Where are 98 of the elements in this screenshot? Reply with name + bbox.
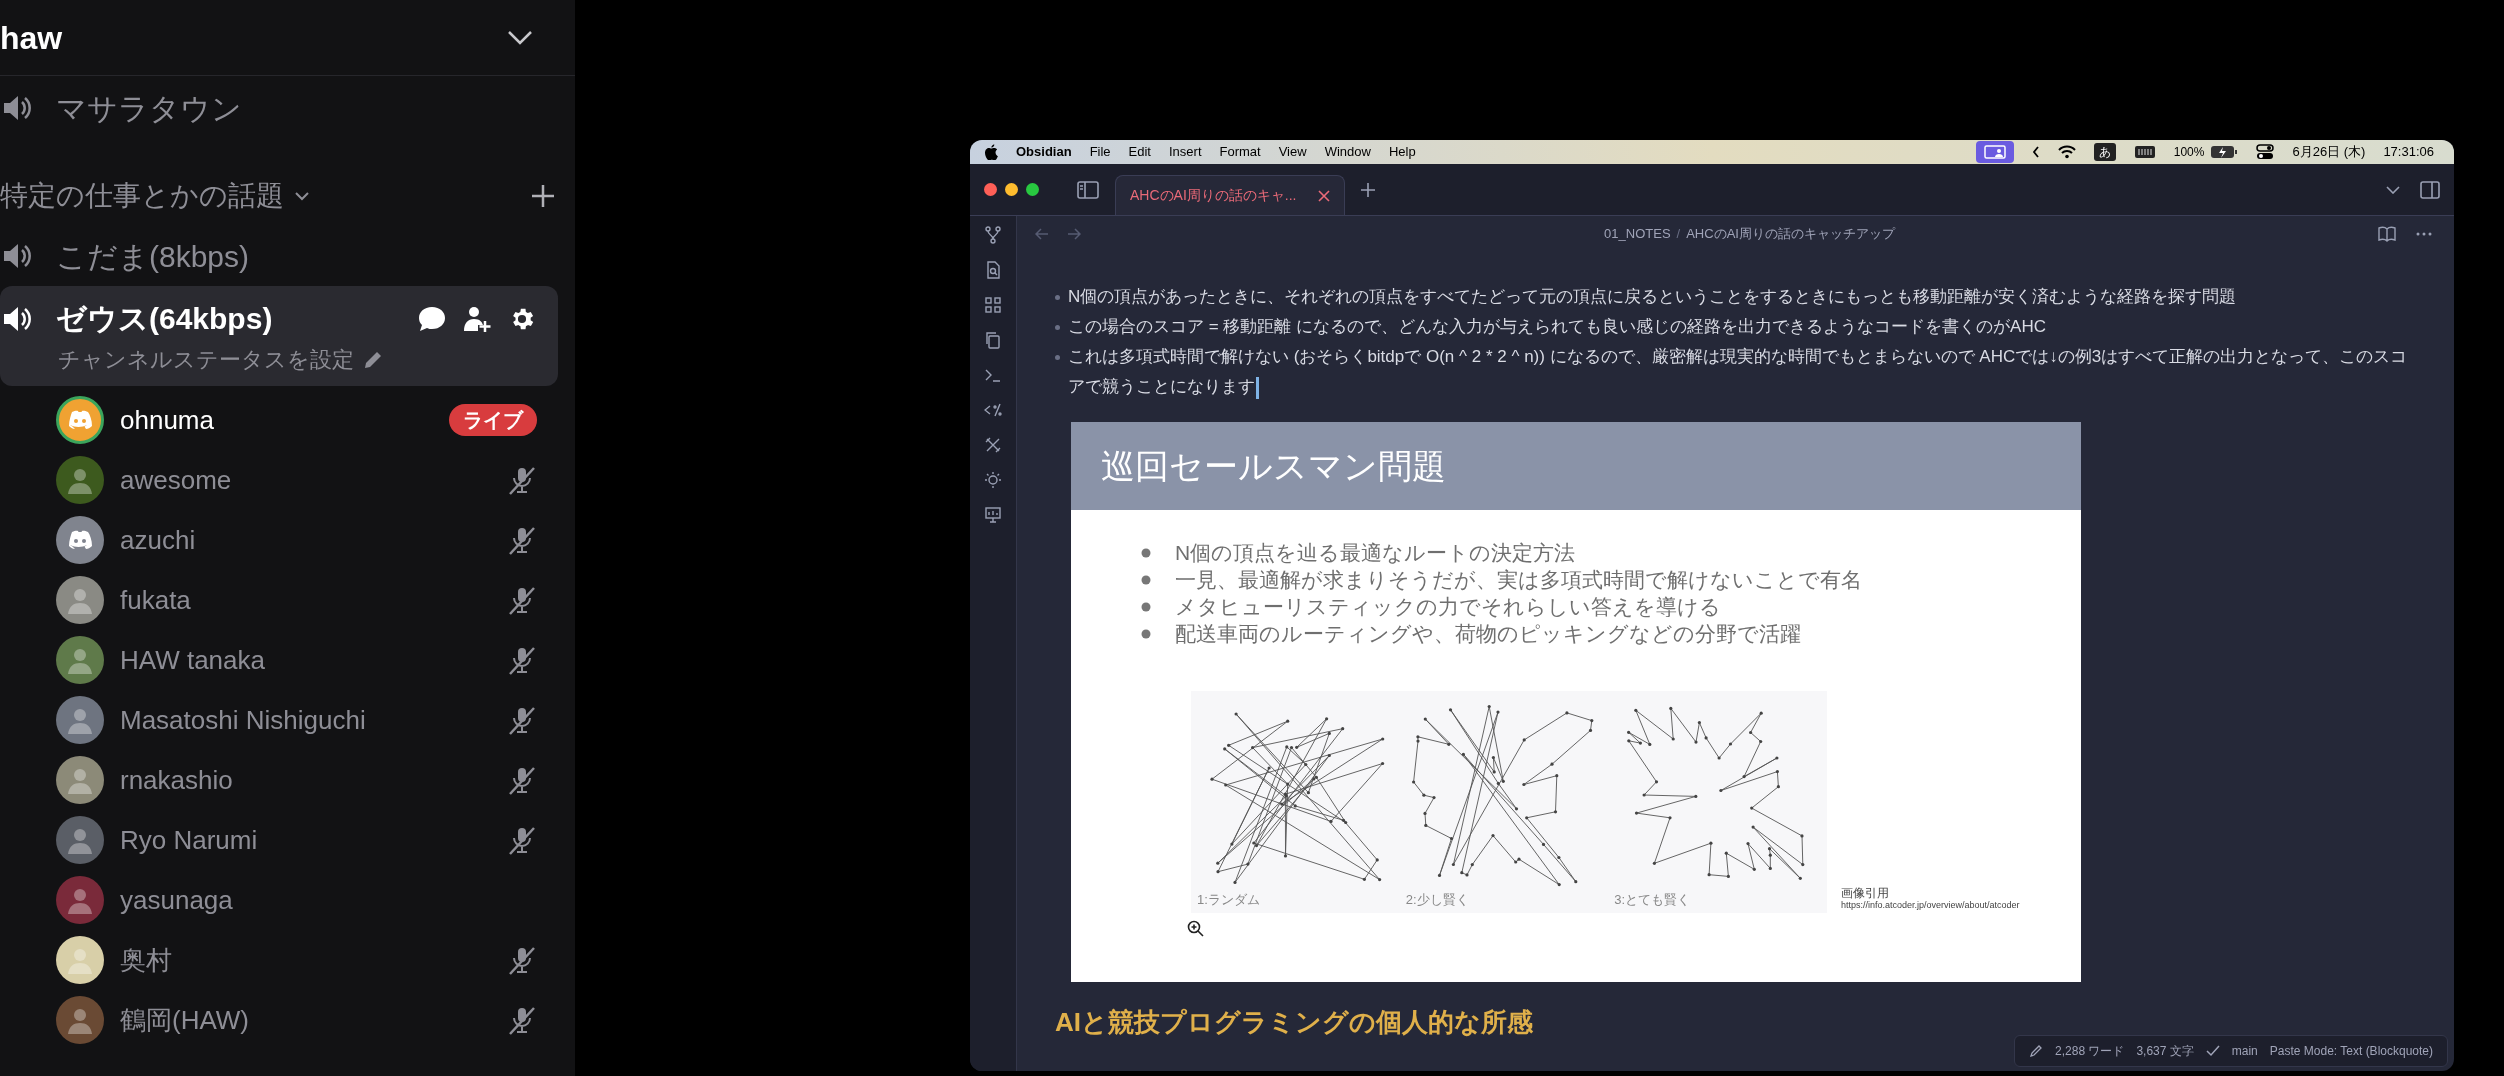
more-icon[interactable]: [2416, 232, 2432, 236]
zoom-in-icon[interactable]: [1187, 920, 1205, 938]
chevron-left-icon[interactable]: [2031, 145, 2040, 159]
book-icon[interactable]: [2378, 226, 2396, 242]
category-name[interactable]: 特定の仕事とかの話題: [0, 175, 284, 217]
live-badge: ライブ: [449, 404, 537, 436]
window-control-icon[interactable]: [984, 183, 997, 196]
file-search-icon[interactable]: [984, 261, 1002, 279]
sidebar-toggle-icon[interactable]: [2420, 180, 2440, 199]
presentation-icon[interactable]: [984, 506, 1002, 524]
chat-bubble-icon[interactable]: [418, 305, 446, 332]
battery-percentage: 100%: [2173, 144, 2205, 161]
credit-label: 画像引用: [1841, 887, 1890, 900]
member-name[interactable]: Masatoshi Nishiguchi: [120, 700, 507, 740]
bullet-icon: [1141, 629, 1151, 639]
apple-logo-icon[interactable]: [984, 144, 998, 160]
slide-bullet-text: N個の頂点を辿る最適なルートの決定方法: [1175, 540, 1576, 566]
menu-item[interactable]: Obsidian: [1016, 142, 1072, 162]
screen-share-button[interactable]: [1975, 141, 2014, 163]
sidebar-toggle-icon[interactable]: [1077, 180, 1099, 199]
panel-caption: 1:ランダム: [1197, 892, 1261, 907]
voice-channel[interactable]: ゼウス(64kbps) チャンネルステータスを設定: [0, 286, 558, 386]
breadcrumb-separator: /: [1676, 225, 1681, 244]
chevron-down-icon[interactable]: [294, 191, 310, 201]
checkmark-icon[interactable]: [2205, 1045, 2220, 1057]
bullet-icon: [1055, 295, 1060, 300]
bullet-text: この場合のスコア = 移動距離 になるので、どんな入力が与えられても良い感じの経路を出力できるようなコードを書くのがAHC: [1068, 316, 2046, 338]
credit-url: https://info.atcoder.jp/overview/about/atcoder: [1841, 900, 2020, 911]
discord-logo-icon: [67, 410, 93, 430]
branch-icon[interactable]: [984, 226, 1002, 244]
percent-code-icon[interactable]: [984, 401, 1002, 419]
member-name[interactable]: ohnuma: [120, 400, 449, 440]
server-name: haw: [0, 18, 63, 58]
menu-item[interactable]: Format: [1219, 142, 1261, 162]
battery-icon[interactable]: [2210, 145, 2239, 159]
plus-icon[interactable]: [531, 184, 555, 208]
screen-icon: [1983, 145, 2006, 159]
menu-item[interactable]: Edit: [1128, 142, 1151, 162]
bullet-icon: [1141, 602, 1151, 612]
character-count: 3,637 文字: [2136, 1043, 2194, 1060]
lightbulb-icon[interactable]: [984, 471, 1002, 489]
grid-icon[interactable]: [984, 296, 1002, 314]
member-name[interactable]: 鶴岡(HAW): [120, 1000, 507, 1040]
copy-icon[interactable]: [984, 331, 1002, 349]
voice-channel[interactable]: こだま(8kbps): [0, 226, 575, 286]
bullet-icon: [1141, 575, 1151, 585]
crossed-tools-icon[interactable]: [984, 436, 1002, 454]
speaker-icon: [2, 93, 34, 123]
slide-bullet-text: 一見、最適解が求まりそうだが、実は多項式時間で解けないことで有名: [1175, 567, 1862, 593]
slide-bullet-text: メタヒューリスティックの力でそれらしい答えを導ける: [1175, 594, 1721, 620]
breadcrumb-item[interactable]: AHCのAI周りの話のキャッチアップ: [1686, 224, 1895, 244]
menu-bar-date[interactable]: 6月26日 (木): [2292, 142, 2366, 162]
member-name[interactable]: rnakashio: [120, 760, 507, 800]
pencil-icon[interactable]: [2029, 1044, 2044, 1058]
menu-bar-clock[interactable]: 17:31:06: [2383, 142, 2440, 162]
slide-title: 巡回セールスマン問題: [1101, 445, 1446, 487]
text-cursor: [1256, 376, 1259, 399]
note-tab[interactable]: AHCのAI周りの話のキャ...: [1115, 175, 1346, 215]
speaker-icon: [2, 241, 34, 271]
menu-item[interactable]: Help: [1388, 142, 1416, 162]
member-name[interactable]: yasunaga: [120, 880, 537, 920]
breadcrumb-item[interactable]: 01_NOTES: [1604, 224, 1671, 244]
member-name[interactable]: HAW tanaka: [120, 640, 507, 680]
section-heading: AIと競技プログラミングの個人的な所感: [1055, 1006, 1534, 1038]
menu-item[interactable]: Insert: [1169, 142, 1202, 162]
slide-bullet-text: 配送車両のルーティングや、荷物のピッキングなどの分野で活躍: [1175, 621, 1801, 647]
bullet-text: これは多項式時間で解けない (おそらくbitdpで O(n ^ 2 * 2 ^ n)) になるので、厳密解は現実的な時間でもとまらないので AHCでは↓の例3はすべて正解の出力となって、このスコアで競うことになります: [1068, 342, 2414, 402]
close-icon[interactable]: [1318, 189, 1331, 202]
panel-caption: 3:とても賢く: [1614, 892, 1692, 907]
menu-item[interactable]: File: [1089, 142, 1111, 162]
word-count: 2,288 ワード: [2055, 1043, 2125, 1060]
window-control-icon[interactable]: [1026, 183, 1039, 196]
bullet-icon: [1141, 548, 1151, 558]
add-person-icon[interactable]: [462, 304, 492, 333]
plus-icon[interactable]: [1361, 182, 1376, 197]
discord-logo-icon: [67, 530, 93, 550]
member-name[interactable]: awesome: [120, 460, 507, 500]
paste-mode[interactable]: Paste Mode: Text (Blockquote): [2269, 1042, 2433, 1060]
bullet-icon: [1055, 325, 1060, 330]
bullet-text: N個の頂点があったときに、それぞれの頂点をすべてたどって元の頂点に戻るということをするときにもっとも移動距離が安く済むような経路を探す問題: [1068, 286, 2237, 308]
channel-status[interactable]: チャンネルステータスを設定: [58, 343, 354, 376]
member-name[interactable]: fukata: [120, 580, 507, 620]
chevron-down-icon[interactable]: [2386, 185, 2400, 194]
bullet-icon: [1055, 355, 1060, 360]
menu-item[interactable]: View: [1278, 142, 1307, 162]
wifi-icon[interactable]: [2057, 145, 2076, 159]
member-name[interactable]: 奥村: [120, 940, 507, 980]
input-method-indicator[interactable]: あ: [2093, 143, 2116, 161]
member-name[interactable]: azuchi: [120, 520, 507, 560]
git-branch[interactable]: main: [2231, 1042, 2258, 1060]
control-center-icon[interactable]: [2256, 144, 2275, 160]
keyboard-icon[interactable]: [2133, 145, 2156, 159]
chevron-down-icon[interactable]: [507, 29, 533, 46]
panel-caption: 2:少し賢く: [1405, 892, 1470, 907]
member-name[interactable]: Ryo Narumi: [120, 820, 507, 860]
menu-item[interactable]: Window: [1324, 142, 1371, 162]
window-control-icon[interactable]: [1005, 183, 1018, 196]
voice-channel[interactable]: マサラタウン: [0, 78, 575, 138]
